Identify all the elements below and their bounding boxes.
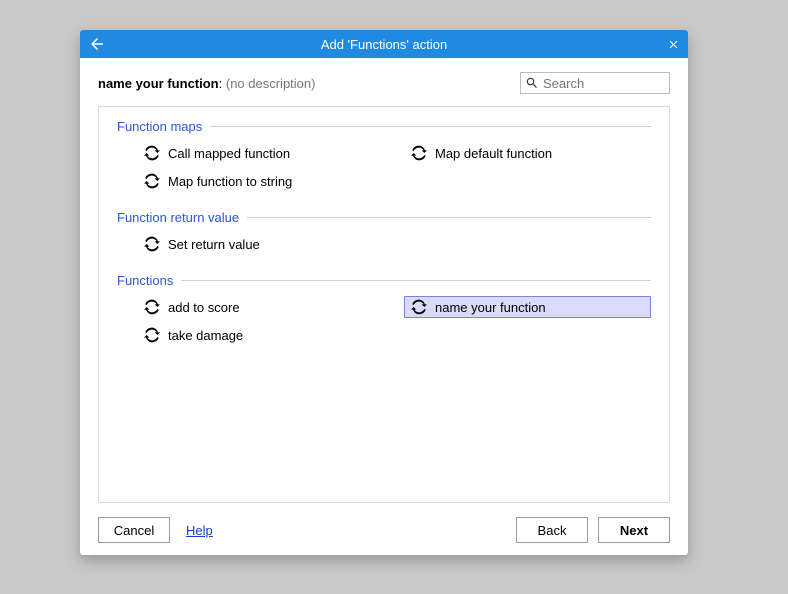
action-label: Map default function <box>435 146 552 161</box>
action-call-mapped-function[interactable]: Call mapped function <box>137 142 384 164</box>
footer-left: Cancel Help <box>98 517 213 543</box>
titlebar-back-button[interactable] <box>88 30 106 58</box>
group-title: Functions <box>117 273 173 288</box>
group-title: Function maps <box>117 119 202 134</box>
function-description: (no description) <box>226 76 316 91</box>
next-button[interactable]: Next <box>598 517 670 543</box>
refresh-icon <box>144 236 160 252</box>
group-divider <box>181 280 651 281</box>
action-set-return-value[interactable]: Set return value <box>137 233 384 255</box>
footer-right: Back Next <box>516 517 670 543</box>
action-take-damage[interactable]: take damage <box>137 324 384 346</box>
items-grid: Call mapped function Map default functio… <box>117 142 651 192</box>
group-header: Function return value <box>117 210 651 225</box>
back-button[interactable]: Back <box>516 517 588 543</box>
action-map-function-to-string[interactable]: Map function to string <box>137 170 384 192</box>
dialog: Add 'Functions' action name your functio… <box>80 30 688 555</box>
action-label: name your function <box>435 300 546 315</box>
refresh-icon <box>144 145 160 161</box>
group-function-maps: Function maps Call mapped function Map d… <box>117 119 651 192</box>
refresh-icon <box>411 299 427 315</box>
titlebar: Add 'Functions' action <box>80 30 688 58</box>
action-label: Set return value <box>168 237 260 252</box>
search-icon <box>525 76 539 93</box>
titlebar-close-button[interactable] <box>667 30 680 58</box>
action-map-default-function[interactable]: Map default function <box>404 142 651 164</box>
footer: Cancel Help Back Next <box>98 517 670 543</box>
group-function-return-value: Function return value Set return value <box>117 210 651 255</box>
refresh-icon <box>144 299 160 315</box>
action-add-to-score[interactable]: add to score <box>137 296 384 318</box>
group-functions: Functions add to score name your functio… <box>117 273 651 346</box>
group-header: Function maps <box>117 119 651 134</box>
action-label: take damage <box>168 328 243 343</box>
group-title: Function return value <box>117 210 239 225</box>
cancel-button[interactable]: Cancel <box>98 517 170 543</box>
items-grid: Set return value <box>117 233 651 255</box>
header-row: name your function: (no description) <box>98 72 670 94</box>
titlebar-title: Add 'Functions' action <box>321 37 447 52</box>
group-divider <box>210 126 651 127</box>
action-label: Call mapped function <box>168 146 290 161</box>
action-name-your-function[interactable]: name your function <box>404 296 651 318</box>
arrow-left-icon <box>88 35 106 53</box>
items-grid: add to score name your function take dam… <box>117 296 651 346</box>
search-wrap <box>520 72 670 94</box>
search-input[interactable] <box>520 72 670 94</box>
help-link[interactable]: Help <box>186 523 213 538</box>
group-divider <box>247 217 651 218</box>
refresh-icon <box>411 145 427 161</box>
refresh-icon <box>144 173 160 189</box>
close-icon <box>667 38 680 51</box>
action-label: Map function to string <box>168 174 292 189</box>
function-name: name your function <box>98 76 219 91</box>
groups-panel: Function maps Call mapped function Map d… <box>98 106 670 503</box>
group-header: Functions <box>117 273 651 288</box>
content: name your function: (no description) Fun… <box>80 58 688 555</box>
header-text: name your function: (no description) <box>98 76 315 91</box>
action-label: add to score <box>168 300 240 315</box>
refresh-icon <box>144 327 160 343</box>
